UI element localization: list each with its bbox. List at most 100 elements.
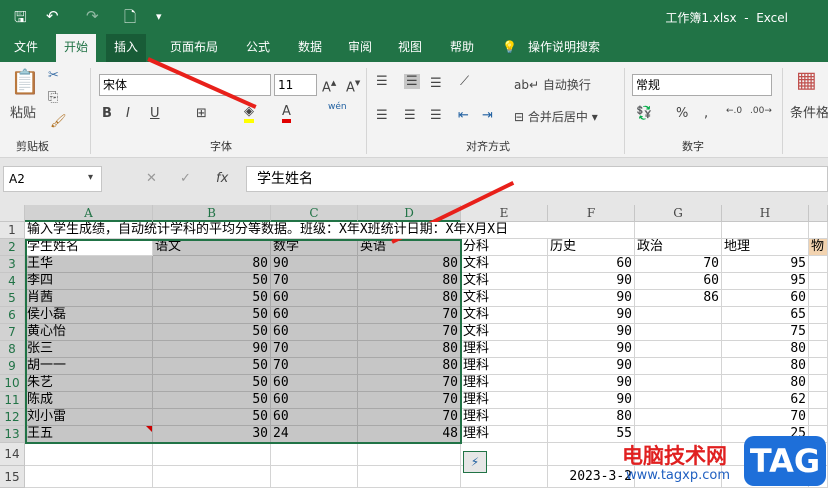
data-cell[interactable]: 60 — [635, 273, 722, 290]
data-cell[interactable] — [809, 273, 828, 290]
header-cell[interactable]: 数学 — [271, 239, 358, 256]
data-cell[interactable]: 60 — [271, 324, 358, 341]
data-cell[interactable]: 理科 — [461, 426, 548, 443]
data-cell[interactable]: 90 — [548, 375, 635, 392]
data-cell[interactable]: 30 — [153, 426, 271, 443]
data-cell[interactable]: 65 — [722, 307, 809, 324]
data-cell[interactable]: 90 — [548, 358, 635, 375]
align-top-icon[interactable]: ☰ — [376, 74, 388, 89]
header-cell[interactable]: 学生姓名 — [25, 239, 153, 256]
data-cell[interactable]: 95 — [722, 256, 809, 273]
number-format-select[interactable]: 常规 — [632, 74, 772, 96]
bold-button[interactable]: B — [102, 106, 112, 121]
align-left-icon[interactable]: ☰ — [376, 108, 388, 123]
paste-button[interactable]: 粘贴 — [10, 102, 36, 121]
data-cell[interactable]: 62 — [722, 392, 809, 409]
column-header[interactable] — [809, 205, 828, 222]
orientation-icon[interactable]: ⟋ — [460, 74, 469, 89]
print-preview-icon[interactable]: 🗋 — [124, 7, 136, 32]
data-cell[interactable]: 王华 — [25, 256, 153, 273]
data-cell[interactable]: 90 — [548, 392, 635, 409]
data-cell[interactable]: 理科 — [461, 409, 548, 426]
merge-center-button[interactable]: ⊟ 合并后居中 ▾ — [514, 108, 598, 125]
column-header[interactable]: A — [25, 205, 153, 222]
decrease-decimal-icon[interactable]: .00→ — [750, 106, 772, 116]
row-header[interactable]: 1 — [0, 222, 25, 239]
data-cell[interactable] — [809, 290, 828, 307]
data-cell[interactable]: 80 — [358, 256, 461, 273]
data-cell[interactable]: 70 — [271, 341, 358, 358]
data-cell[interactable]: 70 — [271, 273, 358, 290]
data-cell[interactable]: 肖茜 — [25, 290, 153, 307]
data-cell[interactable] — [635, 341, 722, 358]
data-cell[interactable]: 文科 — [461, 324, 548, 341]
data-cell[interactable]: 70 — [358, 375, 461, 392]
column-header[interactable]: C — [271, 205, 358, 222]
font-size-select[interactable]: 11 — [274, 74, 317, 96]
data-cell[interactable]: 70 — [722, 409, 809, 426]
header-cell[interactable]: 分科 — [461, 239, 548, 256]
data-cell[interactable] — [809, 341, 828, 358]
currency-icon[interactable]: 💱 — [636, 106, 652, 121]
data-cell[interactable]: 50 — [153, 324, 271, 341]
increase-indent-icon[interactable]: ⇥ — [482, 108, 493, 123]
data-cell[interactable]: 90 — [548, 324, 635, 341]
quick-analysis-icon[interactable]: ⚡ — [463, 451, 487, 473]
data-cell[interactable]: 90 — [271, 256, 358, 273]
row-header[interactable]: 5 — [0, 290, 25, 307]
italic-button[interactable]: I — [126, 106, 130, 121]
increase-font-icon[interactable]: A▴ — [322, 76, 336, 95]
tab-review[interactable]: 审阅 — [340, 34, 380, 62]
align-bottom-icon[interactable]: ☰ — [430, 76, 442, 91]
underline-button[interactable]: U — [150, 106, 160, 121]
data-cell[interactable] — [809, 358, 828, 375]
header-cell[interactable]: 英语 — [358, 239, 461, 256]
header-cell[interactable]: 地理 — [722, 239, 809, 256]
header-cell[interactable]: 语文 — [153, 239, 271, 256]
data-cell[interactable]: 文科 — [461, 256, 548, 273]
data-cell[interactable]: 黄心怡 — [25, 324, 153, 341]
data-cell[interactable]: 80 — [358, 290, 461, 307]
data-cell[interactable]: 75 — [722, 324, 809, 341]
data-cell[interactable]: 50 — [153, 392, 271, 409]
border-icon[interactable]: ⊞ — [196, 106, 207, 121]
data-cell[interactable] — [635, 324, 722, 341]
data-cell[interactable]: 90 — [548, 307, 635, 324]
cell[interactable] — [358, 466, 461, 488]
data-cell[interactable]: 90 — [548, 290, 635, 307]
data-cell[interactable]: 50 — [153, 290, 271, 307]
row-header[interactable]: 4 — [0, 273, 25, 290]
tab-help[interactable]: 帮助 — [442, 34, 482, 62]
cell[interactable] — [25, 466, 153, 488]
phonetic-button[interactable]: wén — [328, 102, 347, 112]
data-cell[interactable]: 陈成 — [25, 392, 153, 409]
data-cell[interactable]: 60 — [271, 290, 358, 307]
data-cell[interactable]: 文科 — [461, 273, 548, 290]
tab-home[interactable]: 开始 — [56, 34, 97, 62]
percent-button[interactable]: % — [676, 106, 688, 121]
data-cell[interactable]: 文科 — [461, 307, 548, 324]
data-cell[interactable] — [809, 256, 828, 273]
data-cell[interactable]: 60 — [548, 256, 635, 273]
cell[interactable] — [271, 443, 358, 466]
data-cell[interactable] — [809, 375, 828, 392]
data-cell[interactable] — [635, 358, 722, 375]
data-cell[interactable]: 50 — [153, 358, 271, 375]
row-header[interactable]: 14 — [0, 443, 25, 466]
comment-indicator[interactable] — [146, 426, 152, 432]
row-header[interactable]: 2 — [0, 239, 25, 256]
save-icon[interactable]: 🖫 — [14, 7, 27, 32]
redo-icon[interactable]: ↷ — [86, 7, 99, 25]
row-header[interactable]: 6 — [0, 307, 25, 324]
data-cell[interactable]: 86 — [635, 290, 722, 307]
data-cell[interactable]: 张三 — [25, 341, 153, 358]
data-cell[interactable]: 理科 — [461, 358, 548, 375]
row-header[interactable]: 15 — [0, 466, 25, 488]
cancel-icon[interactable]: ✕ — [146, 171, 157, 186]
cut-icon[interactable]: ✂ — [48, 68, 59, 83]
cell[interactable] — [358, 443, 461, 466]
data-cell[interactable]: 48 — [358, 426, 461, 443]
cell[interactable] — [153, 466, 271, 488]
data-cell[interactable]: 90 — [153, 341, 271, 358]
data-cell[interactable] — [809, 409, 828, 426]
